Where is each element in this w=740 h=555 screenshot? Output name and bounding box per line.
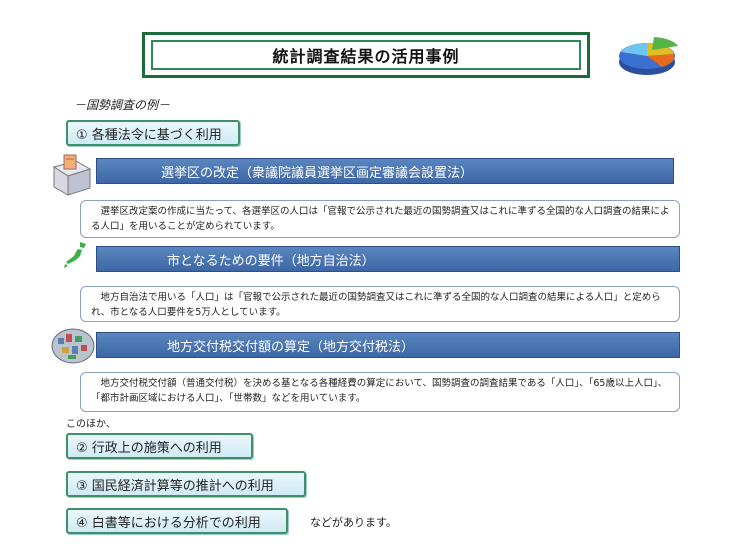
item-heading-bar: 選挙区の改定（衆議院議員選挙区画定審議会設置法） bbox=[96, 158, 674, 184]
item-description: 選挙区改定案の作成に当たって、各選挙区の人口は「官報で公示された最近の国勢調査又… bbox=[91, 206, 670, 232]
section-admin-label: ② 行政上の施策への利用 bbox=[76, 440, 222, 456]
item-heading: 市となるための要件（地方自治法） bbox=[167, 253, 375, 269]
closing-text: などがあります。 bbox=[310, 516, 397, 529]
item-description-box: 地方自治法で用いる「人口」は「官報で公示された最近の国勢調査又はこれに準ずる全国… bbox=[80, 286, 680, 322]
section-economy-label: ③ 国民経済計算等の推計への利用 bbox=[76, 478, 274, 494]
other-intro: このほか、 bbox=[66, 419, 116, 430]
page-title-box: 統計調査結果の活用事例 bbox=[142, 32, 590, 78]
section-law-label: ① 各種法令に基づく利用 bbox=[76, 127, 222, 143]
section-whitepaper-button[interactable]: ④ 白書等における分析での利用 bbox=[66, 508, 288, 534]
section-economy-button[interactable]: ③ 国民経済計算等の推計への利用 bbox=[66, 471, 306, 497]
pie-chart-icon bbox=[619, 37, 678, 75]
item-heading-bar: 地方交付税交付額の算定（地方交付税法） bbox=[96, 332, 680, 358]
item-description: 地方自治法で用いる「人口」は「官報で公示された最近の国勢調査又はこれに準ずる全国… bbox=[91, 292, 661, 318]
item-heading: 選挙区の改定（衆議院議員選挙区画定審議会設置法） bbox=[161, 165, 474, 181]
city-icon bbox=[51, 328, 95, 364]
item-heading: 地方交付税交付額の算定（地方交付税法） bbox=[167, 339, 415, 355]
subtitle: －国勢調査の例－ bbox=[74, 98, 171, 112]
item-description-box: 選挙区改定案の作成に当たって、各選挙区の人口は「官報で公示された最近の国勢調査又… bbox=[80, 200, 680, 238]
item-description-box: 地方交付税交付額（普通交付税）を決める基となる各種経費の算定において、国勢調査の… bbox=[80, 372, 680, 412]
page-title: 統計調査結果の活用事例 bbox=[272, 47, 460, 66]
section-whitepaper-label: ④ 白書等における分析での利用 bbox=[76, 515, 261, 531]
item-description: 地方交付税交付額（普通交付税）を決める基となる各種経費の算定において、国勢調査の… bbox=[91, 378, 668, 404]
section-law-button[interactable]: ① 各種法令に基づく利用 bbox=[66, 120, 240, 146]
item-heading-bar: 市となるための要件（地方自治法） bbox=[96, 246, 680, 272]
japan-map-icon bbox=[64, 242, 86, 268]
section-admin-button[interactable]: ② 行政上の施策への利用 bbox=[66, 433, 253, 459]
ballot-box-icon bbox=[52, 154, 92, 196]
